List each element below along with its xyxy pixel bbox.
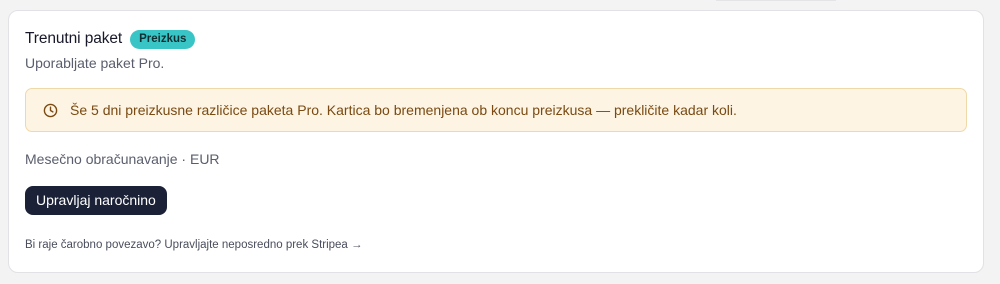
manage-subscription-button[interactable]: Upravljaj naročnino bbox=[25, 186, 167, 215]
card-title: Trenutni paket bbox=[25, 30, 123, 47]
top-tab-edge bbox=[716, 0, 836, 1]
card-header: Trenutni paket Preizkus bbox=[25, 29, 967, 49]
current-plan-card: Trenutni paket Preizkus Uporabljate pake… bbox=[8, 10, 984, 273]
alert-text: Še 5 dni preizkusne različice paketa Pro… bbox=[70, 102, 737, 118]
clock-icon bbox=[42, 102, 58, 118]
trial-alert: Še 5 dni preizkusne različice paketa Pro… bbox=[25, 88, 967, 132]
trial-badge: Preizkus bbox=[130, 29, 196, 49]
stripe-portal-link[interactable]: Bi raje čarobno povezavo? Upravljajte ne… bbox=[25, 239, 967, 251]
plan-subtitle: Uporabljate paket Pro. bbox=[25, 55, 165, 71]
page: Trenutni paket Preizkus Uporabljate pake… bbox=[0, 0, 1000, 284]
billing-info: Mesečno obračunavanje · EUR bbox=[25, 151, 220, 167]
